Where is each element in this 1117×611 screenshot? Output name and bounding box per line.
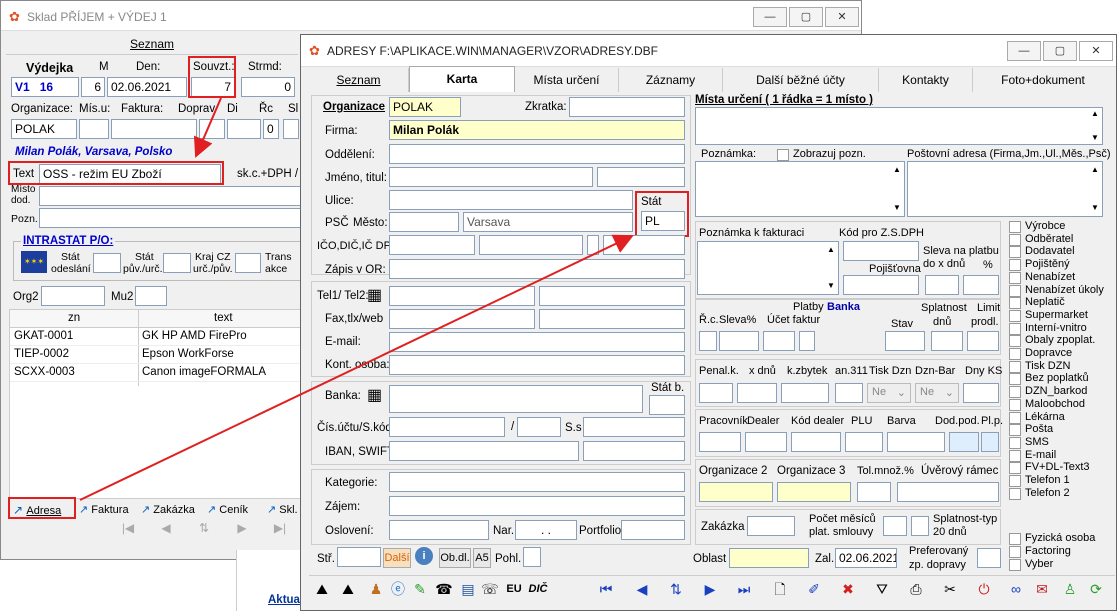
arrow-souvzt-to-text (193, 97, 222, 158)
annotation-arrows (79, 97, 634, 501)
arrow-adresa-to-stat (79, 234, 634, 501)
